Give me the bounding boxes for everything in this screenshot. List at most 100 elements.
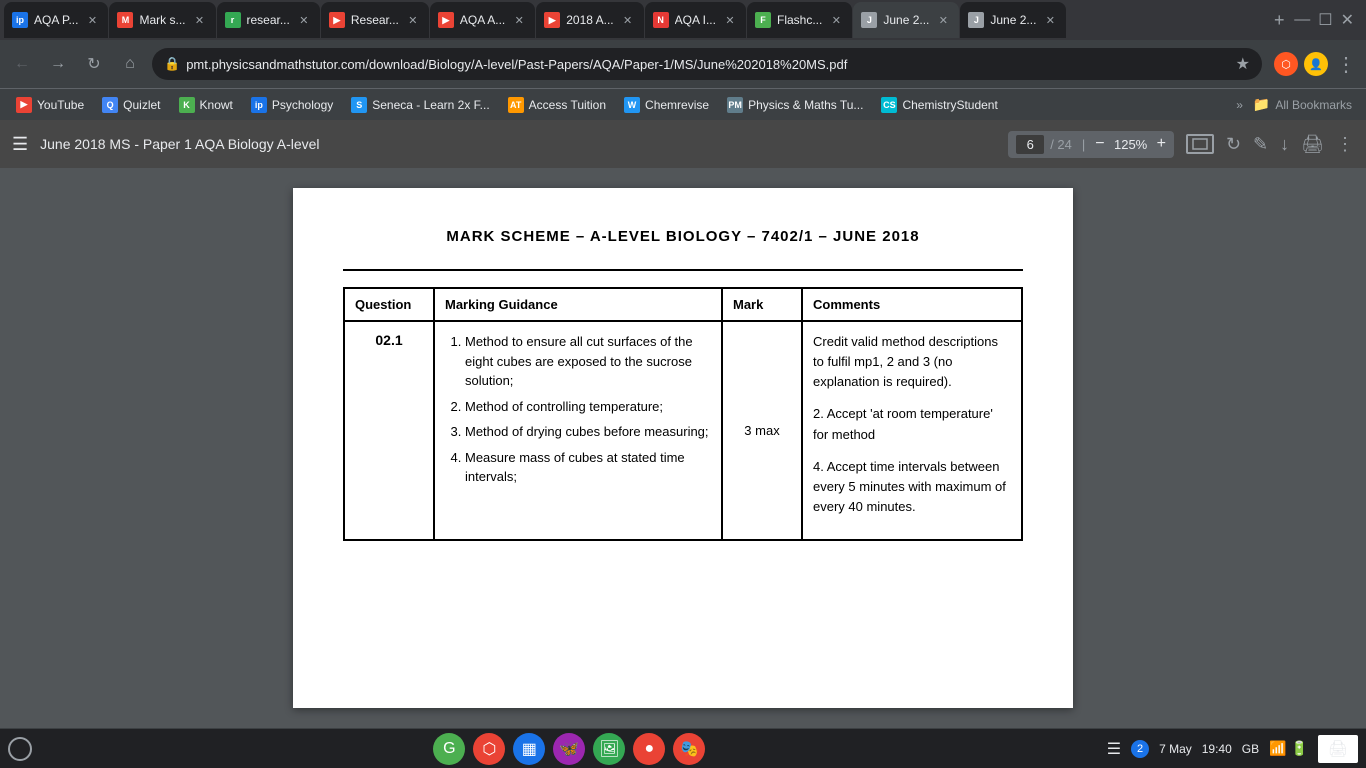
tab-close-icon[interactable]: ✕ <box>935 12 951 28</box>
reload-button[interactable]: ↻ <box>80 50 108 78</box>
tab-favicon: M <box>117 12 133 28</box>
close-button[interactable]: ✕ <box>1341 10 1354 30</box>
col-header-comments: Comments <box>802 288 1022 321</box>
pdf-toolbar-right: ✎ ↓ 🖨 ⋮ <box>1253 134 1354 155</box>
tab-title: Resear... <box>351 13 399 27</box>
bookmark-item-bm8[interactable]: PM Physics & Maths Tu... <box>719 94 871 116</box>
maximize-button[interactable]: ☐ <box>1318 10 1332 30</box>
tab-tab1[interactable]: ip AQA P... ✕ <box>4 2 108 38</box>
bookmark-favicon: AT <box>508 97 524 113</box>
bookmark-item-bm1[interactable]: ▶ YouTube <box>8 94 92 116</box>
edit-button[interactable]: ✎ <box>1253 134 1268 155</box>
tab-title: June 2... <box>990 13 1036 27</box>
tab-favicon: J <box>968 12 984 28</box>
new-tab-button[interactable]: + <box>1265 6 1293 34</box>
tab-close-icon[interactable]: ✕ <box>1042 12 1058 28</box>
home-button[interactable]: ⌂ <box>116 50 144 78</box>
page-input[interactable] <box>1016 135 1044 154</box>
extension-icon-2[interactable]: 👤 <box>1304 52 1328 76</box>
tab-title: AQA I... <box>675 13 716 27</box>
taskbar-app-icon[interactable]: 🖼 <box>593 733 625 765</box>
zoom-in-button[interactable]: + <box>1157 135 1166 153</box>
tab-tab10[interactable]: J June 2... ✕ <box>960 2 1066 38</box>
bookmark-favicon: CS <box>881 97 897 113</box>
tab-title: Mark s... <box>139 13 185 27</box>
taskbar-badge: 2 <box>1131 740 1149 758</box>
tab-favicon: r <box>225 12 241 28</box>
rotate-button[interactable]: ↻ <box>1226 134 1241 155</box>
tab-tab7[interactable]: N AQA I... ✕ <box>645 2 746 38</box>
mark-cell: 3 max <box>722 321 802 540</box>
zoom-out-button[interactable]: − <box>1095 135 1104 153</box>
taskbar-date: 7 May <box>1159 742 1192 756</box>
taskbar-app-icon[interactable]: ● <box>633 733 665 765</box>
col-header-guidance: Marking Guidance <box>434 288 722 321</box>
tab-title: AQA P... <box>34 13 78 27</box>
taskbar: G⬡▦🦋🖼●🎭 ☰ 2 7 May 19:40 GB 📶 🔋 🖨 <box>0 728 1366 768</box>
pdf-content: MARK SCHEME – A-LEVEL BIOLOGY – 7402/1 –… <box>0 168 1366 728</box>
tab-bar: ip AQA P... ✕ M Mark s... ✕ r resear... … <box>0 0 1366 40</box>
bookmark-star-icon[interactable]: ★ <box>1236 54 1250 74</box>
table-row: 02.1 Method to ensure all cut surfaces o… <box>344 321 1022 540</box>
more-tools-button[interactable]: ⋮ <box>1336 134 1354 155</box>
forward-button[interactable]: → <box>44 50 72 78</box>
taskbar-app-icon[interactable]: 🎭 <box>673 733 705 765</box>
bookmarks-bar: ▶ YouTube Q Quizlet K Knowt ip Psycholog… <box>0 88 1366 120</box>
page-separator: / 24 <box>1050 137 1072 152</box>
print-button[interactable]: 🖨 <box>1301 134 1324 155</box>
bookmark-item-bm6[interactable]: AT Access Tuition <box>500 94 614 116</box>
tab-tab2[interactable]: M Mark s... ✕ <box>109 2 215 38</box>
tab-tab5[interactable]: ▶ AQA A... ✕ <box>430 2 535 38</box>
all-bookmarks-button[interactable]: 📁 All Bookmarks <box>1247 93 1358 116</box>
tab-close-icon[interactable]: ✕ <box>828 12 844 28</box>
tab-close-icon[interactable]: ✕ <box>620 12 636 28</box>
tab-tab6[interactable]: ▶ 2018 A... ✕ <box>536 2 643 38</box>
bookmark-favicon: K <box>179 97 195 113</box>
taskbar-app-icon[interactable]: G <box>433 733 465 765</box>
signal-icons: 📶 🔋 <box>1269 740 1308 757</box>
tab-close-icon[interactable]: ✕ <box>296 12 312 28</box>
minimize-button[interactable]: — <box>1294 11 1310 29</box>
pdf-menu-icon[interactable]: ☰ <box>12 134 28 155</box>
chrome-menu-icon[interactable]: ⋮ <box>1334 52 1358 76</box>
bookmark-item-bm7[interactable]: W Chemrevise <box>616 94 717 116</box>
tab-tab4[interactable]: ▶ Resear... ✕ <box>321 2 429 38</box>
bookmark-favicon: ip <box>251 97 267 113</box>
taskbar-music-icon[interactable]: ☰ <box>1107 739 1121 759</box>
bookmark-item-bm4[interactable]: ip Psychology <box>243 94 341 116</box>
comment-paragraph: Credit valid method descriptions to fulf… <box>813 332 1011 392</box>
taskbar-app-icon[interactable]: ⬡ <box>473 733 505 765</box>
tab-favicon: ip <box>12 12 28 28</box>
tab-close-icon[interactable]: ✕ <box>405 12 421 28</box>
tab-title: 2018 A... <box>566 13 613 27</box>
bookmark-item-bm9[interactable]: CS ChemistryStudent <box>873 94 1005 116</box>
taskbar-app-icon[interactable]: ▦ <box>513 733 545 765</box>
tab-close-icon[interactable]: ✕ <box>722 12 738 28</box>
bookmark-label: YouTube <box>37 98 84 112</box>
tab-title: Flashc... <box>777 13 822 27</box>
bookmark-label: Physics & Maths Tu... <box>748 98 863 112</box>
back-button[interactable]: ← <box>8 50 36 78</box>
bookmarks-more-button[interactable]: » <box>1236 98 1243 112</box>
tab-close-icon[interactable]: ✕ <box>192 12 208 28</box>
tab-tab3[interactable]: r resear... ✕ <box>217 2 320 38</box>
taskbar-circle-button[interactable] <box>8 737 32 761</box>
tab-favicon: F <box>755 12 771 28</box>
col-header-mark: Mark <box>722 288 802 321</box>
tab-close-icon[interactable]: ✕ <box>511 12 527 28</box>
bookmark-item-bm3[interactable]: K Knowt <box>171 94 241 116</box>
bookmark-favicon: Q <box>102 97 118 113</box>
fit-page-button[interactable] <box>1186 134 1214 154</box>
pdf-document-title: MARK SCHEME – A-LEVEL BIOLOGY – 7402/1 –… <box>343 228 1023 245</box>
taskbar-app-icon[interactable]: 🦋 <box>553 733 585 765</box>
tab-tab9[interactable]: J June 2... ✕ <box>853 2 959 38</box>
bookmark-item-bm5[interactable]: S Seneca - Learn 2x F... <box>343 94 497 116</box>
tab-close-icon[interactable]: ✕ <box>84 12 100 28</box>
url-bar[interactable]: 🔒 pmt.physicsandmathstutor.com/download/… <box>152 48 1262 80</box>
extension-icon-1[interactable]: ⬡ <box>1274 52 1298 76</box>
download-button[interactable]: ↓ <box>1280 134 1289 155</box>
bookmark-item-bm2[interactable]: Q Quizlet <box>94 94 168 116</box>
extension-icons: ⬡ 👤 ⋮ <box>1274 52 1358 76</box>
pdf-page-controls: / 24 | − 125% + <box>1008 131 1174 158</box>
tab-tab8[interactable]: F Flashc... ✕ <box>747 2 852 38</box>
